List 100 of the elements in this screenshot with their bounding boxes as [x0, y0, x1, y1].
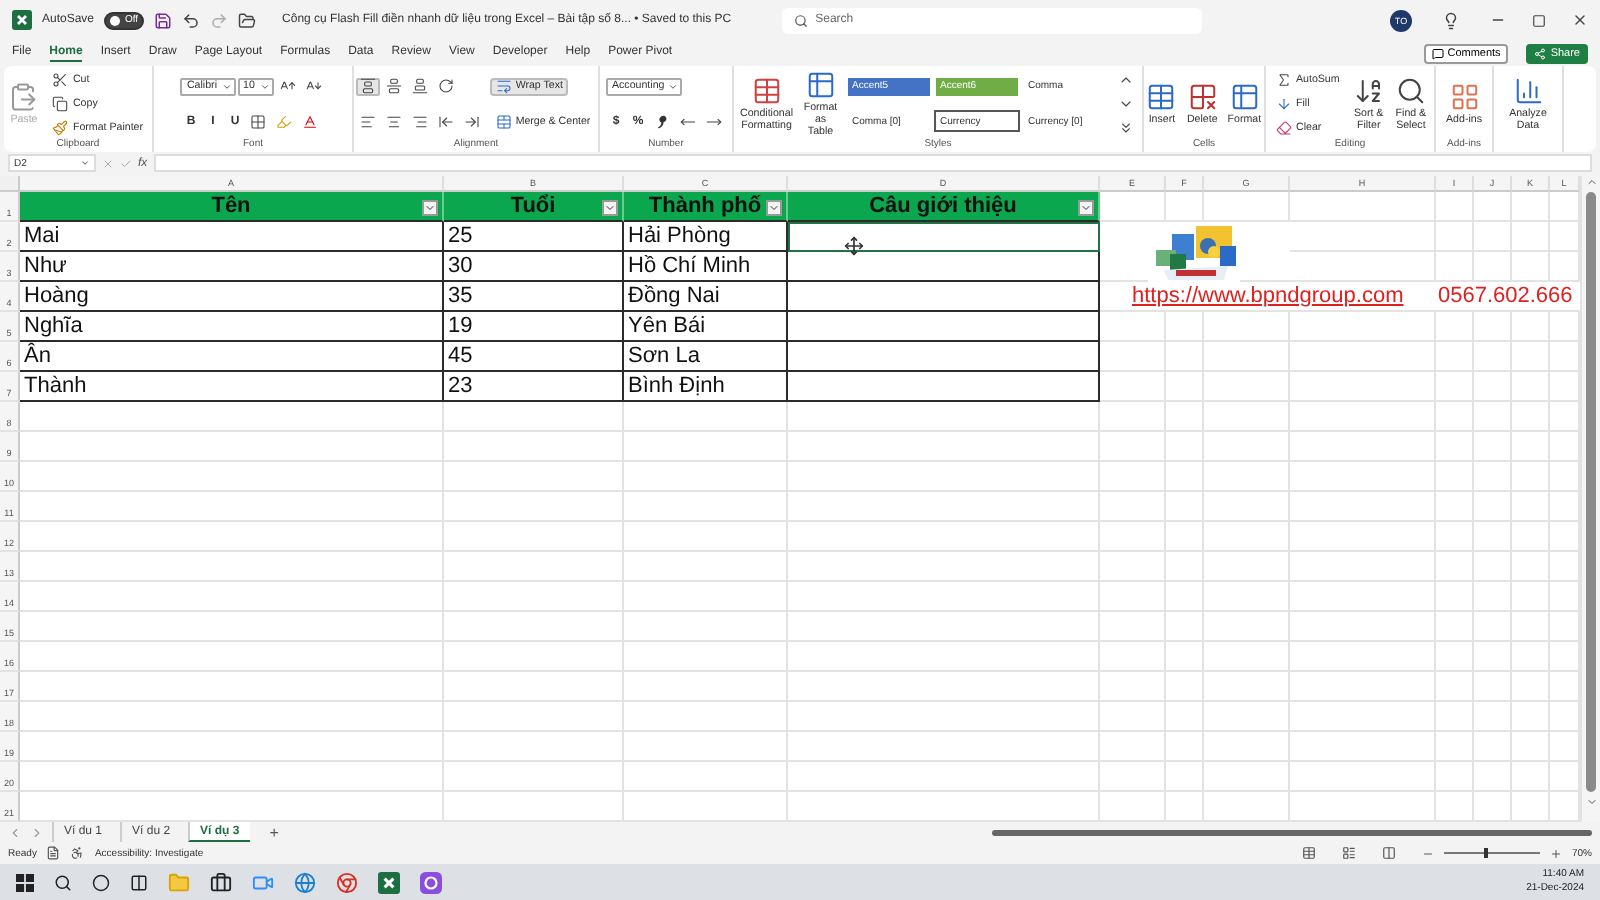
scroll-up-icon[interactable]: [1585, 176, 1597, 188]
grid-cell[interactable]: [20, 552, 444, 582]
grid-cell[interactable]: [1436, 732, 1474, 762]
grid-cell[interactable]: [1474, 252, 1512, 282]
grid-cell[interactable]: [444, 702, 624, 732]
table-cell[interactable]: Như: [20, 252, 444, 282]
grid-cell[interactable]: [1166, 492, 1204, 522]
grid-cell[interactable]: [1512, 732, 1550, 762]
grid-cell[interactable]: [1290, 432, 1436, 462]
grid-cell[interactable]: [1166, 612, 1204, 642]
grid-cell[interactable]: [1436, 672, 1474, 702]
table-cell[interactable]: [788, 222, 1100, 252]
grid-cell[interactable]: [1204, 522, 1290, 552]
table-cell[interactable]: [788, 252, 1100, 282]
grid-cell[interactable]: [444, 642, 624, 672]
grid-cell[interactable]: [1204, 552, 1290, 582]
grid-cell[interactable]: [1100, 702, 1166, 732]
grid-cell[interactable]: [1100, 582, 1166, 612]
grid-cell[interactable]: [1290, 252, 1436, 282]
grid-cell[interactable]: [444, 492, 624, 522]
grid-cell[interactable]: [1290, 402, 1436, 432]
table-cell[interactable]: [788, 342, 1100, 372]
grid-cell[interactable]: [444, 462, 624, 492]
scroll-down-icon[interactable]: [1585, 796, 1597, 808]
accessibility-icon[interactable]: [70, 846, 85, 860]
next-sheet-icon[interactable]: [30, 825, 44, 839]
grid-cell[interactable]: [20, 612, 444, 642]
grid-cell[interactable]: [1204, 612, 1290, 642]
grid-cell[interactable]: [1474, 222, 1512, 252]
grid-cell[interactable]: [788, 582, 1100, 612]
filter-button[interactable]: [1078, 200, 1094, 216]
grid-cell[interactable]: [1290, 582, 1436, 612]
table-cell[interactable]: 23: [444, 372, 624, 402]
table-cell[interactable]: Hải Phòng: [624, 222, 788, 252]
grid-cell[interactable]: [444, 762, 624, 792]
camera-app-icon[interactable]: [420, 871, 442, 893]
grid-cell[interactable]: [1474, 582, 1512, 612]
grid-cell[interactable]: [788, 402, 1100, 432]
video-icon[interactable]: [252, 871, 274, 893]
grid-cell[interactable]: [1512, 402, 1550, 432]
grid-cell[interactable]: [1436, 462, 1474, 492]
table-cell[interactable]: 30: [444, 252, 624, 282]
grid-cell[interactable]: [1100, 402, 1166, 432]
table-cell[interactable]: Yên Bái: [624, 312, 788, 342]
grid-cell[interactable]: [1512, 612, 1550, 642]
grid-cell[interactable]: [1166, 762, 1204, 792]
website-link[interactable]: https://www.bpndgroup.com: [1132, 284, 1404, 308]
table-cell[interactable]: Nghĩa: [20, 312, 444, 342]
grid-cell[interactable]: [1436, 612, 1474, 642]
grid-cell[interactable]: [1290, 372, 1436, 402]
grid-cell[interactable]: [1166, 582, 1204, 612]
grid-cell[interactable]: [1290, 672, 1436, 702]
grid-cell[interactable]: [1474, 732, 1512, 762]
grid-cell[interactable]: [1512, 432, 1550, 462]
grid-cell[interactable]: [1204, 732, 1290, 762]
grid-cell[interactable]: [1512, 582, 1550, 612]
grid-cell[interactable]: [20, 642, 444, 672]
grid-cell[interactable]: [1204, 702, 1290, 732]
folder-icon[interactable]: [238, 11, 257, 29]
grid-cell[interactable]: [624, 672, 788, 702]
grid-cell[interactable]: [1436, 372, 1474, 402]
grid-cell[interactable]: [1512, 522, 1550, 552]
grid-cell[interactable]: [624, 492, 788, 522]
check-icon[interactable]: [120, 157, 132, 169]
grid-cell[interactable]: [1512, 372, 1550, 402]
grid-cell[interactable]: [624, 612, 788, 642]
grid-cell[interactable]: [1100, 462, 1166, 492]
grid-cell[interactable]: [624, 432, 788, 462]
zoom-in-icon[interactable]: [1549, 847, 1562, 859]
tool-button[interactable]: [407, 77, 432, 96]
grid-cell[interactable]: [1166, 702, 1204, 732]
grid-cell[interactable]: [1290, 522, 1436, 552]
grid-cell[interactable]: [1474, 522, 1512, 552]
grid-cell[interactable]: [1166, 672, 1204, 702]
grid-cell[interactable]: [1474, 312, 1512, 342]
grid-cell[interactable]: [1204, 762, 1290, 792]
windows-icon[interactable]: [16, 873, 34, 891]
filter-button[interactable]: [602, 200, 618, 216]
grid-cell[interactable]: [1100, 342, 1166, 372]
horizontal-scrollbar[interactable]: [992, 826, 1592, 838]
table-cell[interactable]: Mai: [20, 222, 444, 252]
grid-cell[interactable]: [624, 522, 788, 552]
grid-cell[interactable]: [1204, 642, 1290, 672]
tool-button[interactable]: [355, 77, 380, 96]
grid-cell[interactable]: [1512, 492, 1550, 522]
grid-cell[interactable]: [1166, 732, 1204, 762]
task-view-icon[interactable]: [130, 873, 148, 891]
briefcase-icon[interactable]: [210, 871, 232, 893]
grid-cell[interactable]: [1474, 612, 1512, 642]
grid-cell[interactable]: [444, 402, 624, 432]
grid-cell[interactable]: [1436, 522, 1474, 552]
grid-cell[interactable]: [1100, 492, 1166, 522]
grid-cell[interactable]: [1512, 252, 1550, 282]
grid-cell[interactable]: [624, 732, 788, 762]
redo-icon[interactable]: [210, 11, 229, 29]
filter-button[interactable]: [422, 200, 438, 216]
grid-cell[interactable]: [1100, 612, 1166, 642]
formula-field[interactable]: [153, 154, 1592, 172]
chrome-icon[interactable]: [336, 871, 358, 893]
grid-cell[interactable]: [1512, 462, 1550, 492]
